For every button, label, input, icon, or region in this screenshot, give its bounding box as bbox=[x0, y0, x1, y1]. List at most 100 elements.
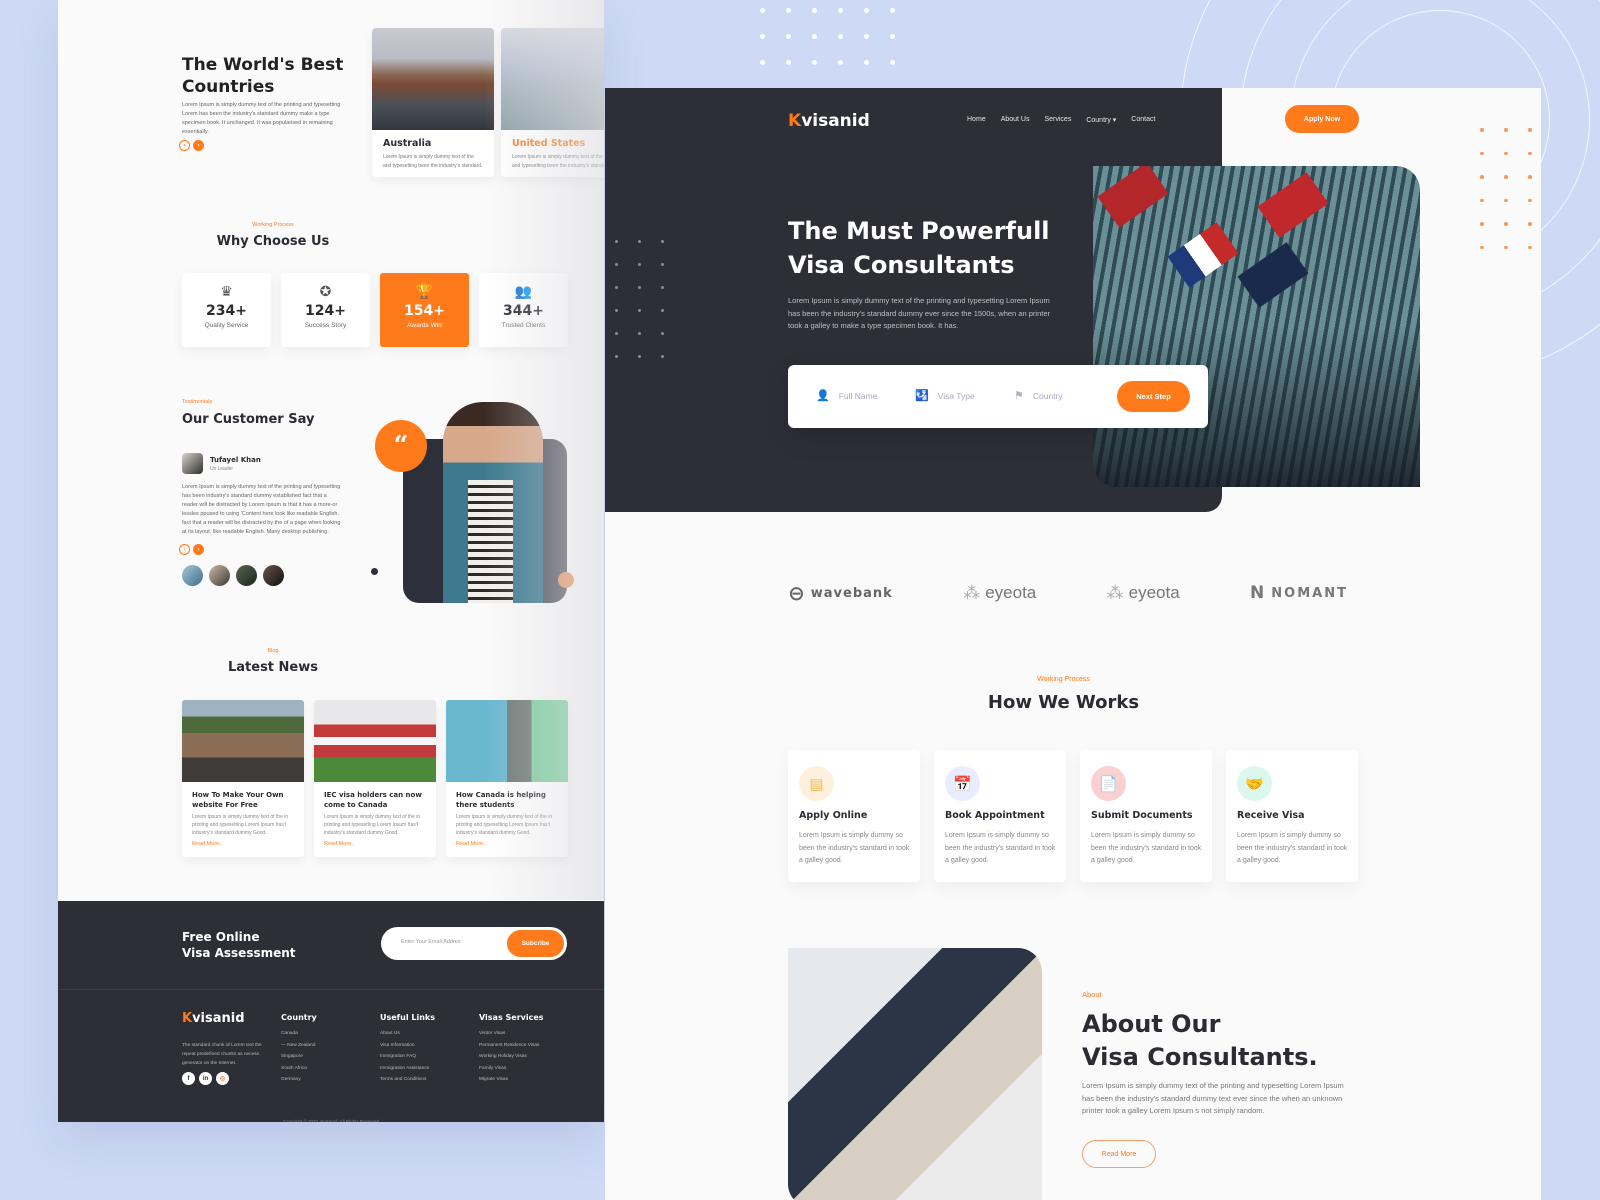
instagram-icon[interactable]: ◎ bbox=[216, 1072, 229, 1085]
read-more-button[interactable]: Read More bbox=[1082, 1140, 1156, 1168]
decorative-dot bbox=[1504, 151, 1508, 155]
footer-link[interactable]: Germany bbox=[281, 1077, 376, 1082]
decorative-dot bbox=[371, 568, 378, 575]
nav-about-us[interactable]: About Us bbox=[1001, 116, 1030, 124]
decorative-dot bbox=[615, 309, 618, 312]
footer-link[interactable]: Permanent Residence Visas bbox=[479, 1043, 574, 1048]
decorative-dot bbox=[661, 309, 664, 312]
document-icon: 📄 bbox=[1091, 766, 1126, 801]
news-kicker: Blog bbox=[267, 648, 279, 654]
footer-link[interactable]: Visitor Visas bbox=[479, 1031, 574, 1036]
partner-logos: ⊖ wavebank ⁂ eyeota ⁂ eyeota N NOMANT bbox=[788, 581, 1348, 605]
next-arrow-button[interactable]: › bbox=[193, 140, 204, 151]
customer-avatars bbox=[182, 565, 284, 586]
brand-logo-eyeota: ⁂ eyeota bbox=[963, 583, 1037, 602]
decorative-dot bbox=[890, 60, 895, 65]
decorative-dot bbox=[760, 8, 765, 13]
linkedin-icon[interactable]: in bbox=[199, 1072, 212, 1085]
customer-avatar[interactable] bbox=[263, 565, 284, 586]
facebook-icon[interactable]: f bbox=[182, 1072, 195, 1085]
right-page-mockup: Kvisanid Home About Us Services Country … bbox=[605, 88, 1541, 1200]
footer-link[interactable]: Migrate Visas bbox=[479, 1077, 574, 1082]
why-kicker: Working Process bbox=[252, 222, 294, 228]
nav-home[interactable]: Home bbox=[967, 116, 986, 124]
how-title: How We Works bbox=[987, 692, 1140, 713]
footer-column-country: Country Canada — New Zealand Singapore S… bbox=[281, 1013, 376, 1089]
countries-description: Lorem Ipsum is simply dummy text of the … bbox=[182, 102, 341, 135]
decorative-dot bbox=[661, 263, 664, 266]
decorative-dot bbox=[661, 355, 664, 358]
decorative-dot bbox=[1480, 245, 1484, 249]
footer-link[interactable]: — New Zealand bbox=[281, 1043, 376, 1048]
news-title: Latest News bbox=[227, 660, 318, 675]
decorative-dot bbox=[760, 34, 765, 39]
decorative-dot bbox=[638, 309, 641, 312]
read-more-link[interactable]: Read More.. bbox=[192, 841, 294, 847]
page-shadow bbox=[484, 0, 604, 900]
footer-link[interactable]: Family Visas bbox=[479, 1066, 574, 1071]
wavebank-icon: ⊖ bbox=[788, 581, 806, 605]
why-title: Why Choose Us bbox=[216, 234, 330, 249]
nav-country-dropdown[interactable]: Country ▾ bbox=[1086, 116, 1116, 124]
prev-arrow-button[interactable]: ‹ bbox=[179, 140, 190, 151]
decorative-dot-grid bbox=[615, 240, 675, 370]
success-icon: ✪ bbox=[319, 283, 332, 299]
news-card[interactable]: How To Make Your Own website For Free Lo… bbox=[182, 700, 304, 857]
decorative-dot bbox=[864, 34, 869, 39]
passport-handover-image bbox=[788, 948, 1042, 1200]
stat-card-awards-win: 🏆 154+ Awards Win bbox=[380, 273, 469, 347]
footer-link[interactable]: Singapore bbox=[281, 1054, 376, 1059]
country-field[interactable]: ⚑ Country bbox=[1014, 389, 1063, 402]
eyeota-icon: ⁂ bbox=[1106, 583, 1124, 602]
decorative-dot bbox=[661, 286, 664, 289]
decorative-dot bbox=[1504, 222, 1508, 226]
about-title: About Our Visa Consultants. bbox=[1082, 1010, 1318, 1071]
subscribe-button[interactable]: Subcribe bbox=[507, 930, 564, 957]
decorative-dot bbox=[1504, 128, 1508, 132]
step-card-book-appointment: 📅 Book Appointment Lorem Ipsum is simply… bbox=[934, 750, 1066, 882]
footer-link[interactable]: About Us bbox=[380, 1031, 475, 1036]
author-role: Ux Leader bbox=[210, 466, 234, 472]
customer-avatar[interactable] bbox=[209, 565, 230, 586]
decorative-dot bbox=[638, 332, 641, 335]
full-name-field[interactable]: 👤 Full Name bbox=[816, 389, 877, 402]
decorative-dot bbox=[838, 8, 843, 13]
decorative-dot bbox=[638, 355, 641, 358]
nav-services[interactable]: Services bbox=[1044, 116, 1071, 124]
airport-hero-image bbox=[1093, 166, 1420, 487]
testimonials-title: Our Customer Say bbox=[182, 412, 315, 427]
apply-now-button[interactable]: Apply Now bbox=[1285, 105, 1359, 133]
visa-type-field[interactable]: 🛂 Visa Type bbox=[915, 389, 975, 402]
decorative-dot bbox=[1528, 175, 1532, 179]
hero-title: The Must Powerfull Visa Consultants bbox=[788, 217, 1050, 279]
footer-link[interactable]: Visa Information bbox=[380, 1043, 475, 1048]
next-step-button[interactable]: Next Step bbox=[1117, 381, 1190, 412]
footer-link[interactable]: Immigration Assistance bbox=[380, 1066, 475, 1071]
handshake-icon: 🤝 bbox=[1237, 766, 1272, 801]
country-card-australia[interactable]: Australia Lorem Ipsum is simply dummy te… bbox=[372, 28, 494, 177]
decorative-dot bbox=[638, 286, 641, 289]
decorative-dot bbox=[1528, 222, 1532, 226]
testimonial-quote: Lorem Ipsum is simply dummy text of the … bbox=[182, 484, 341, 535]
news-card[interactable]: IEC visa holders can now come to Canada … bbox=[314, 700, 436, 857]
footer-link[interactable]: Canada bbox=[281, 1031, 376, 1036]
footer-link[interactable]: Terms and Conditions bbox=[380, 1077, 475, 1082]
footer-link[interactable]: Immigration FAQ bbox=[380, 1054, 475, 1059]
footer-link[interactable]: South Africa bbox=[281, 1066, 376, 1071]
customer-avatar[interactable] bbox=[236, 565, 257, 586]
next-arrow-button[interactable]: › bbox=[193, 544, 204, 555]
footer-link[interactable]: Working Holiday Visas bbox=[479, 1054, 574, 1059]
visa-search-form: 👤 Full Name 🛂 Visa Type ⚑ Country Next S… bbox=[788, 365, 1208, 428]
decorative-dot bbox=[760, 60, 765, 65]
footer: Free Online Visa Assessment Enter Your E… bbox=[58, 901, 604, 1122]
read-more-link[interactable]: Read More.. bbox=[324, 841, 426, 847]
prev-arrow-button[interactable]: ‹ bbox=[179, 544, 190, 555]
customer-avatar[interactable] bbox=[182, 565, 203, 586]
nav-contact[interactable]: Contact bbox=[1131, 116, 1155, 124]
brand-logo-wavebank: ⊖ wavebank bbox=[788, 581, 893, 605]
footer-logo[interactable]: Kvisanid bbox=[182, 1011, 245, 1026]
countries-title: The World's Best Countries bbox=[182, 55, 344, 97]
email-input[interactable]: Enter Your Email Addres bbox=[401, 939, 461, 945]
decorative-dot bbox=[1480, 198, 1484, 202]
site-logo[interactable]: Kvisanid bbox=[788, 111, 870, 131]
